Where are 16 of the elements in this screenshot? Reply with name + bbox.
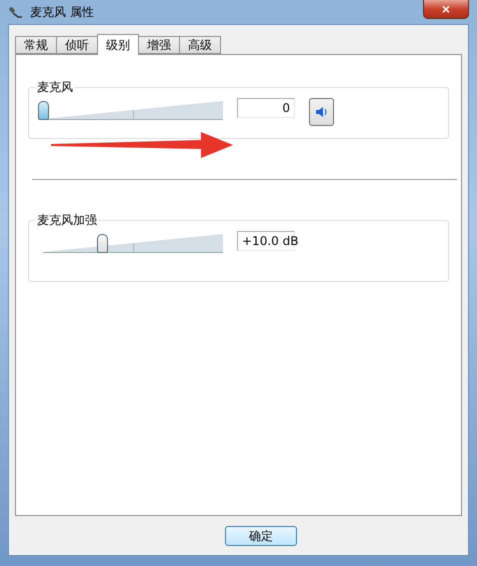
speaker-icon xyxy=(314,106,328,118)
tab[interactable]: 高级 xyxy=(179,36,221,54)
slider-thumb[interactable] xyxy=(38,101,49,120)
value-field[interactable]: 0 xyxy=(237,98,295,118)
tab[interactable]: 侦听 xyxy=(56,36,98,54)
speaker-button[interactable] xyxy=(309,98,334,126)
slider-thumb[interactable] xyxy=(97,234,108,253)
group-title: 麦克风 xyxy=(36,79,74,96)
tab[interactable]: 级别 xyxy=(97,34,139,55)
group-title: 麦克风加强 xyxy=(36,212,98,229)
microphone-icon xyxy=(8,4,24,20)
tab[interactable]: 常规 xyxy=(15,36,57,54)
tab[interactable]: 增强 xyxy=(138,36,180,54)
window-title: 麦克风 属性 xyxy=(30,4,94,20)
ok-button[interactable]: 确定 xyxy=(225,526,297,546)
close-button[interactable]: × xyxy=(423,0,469,19)
